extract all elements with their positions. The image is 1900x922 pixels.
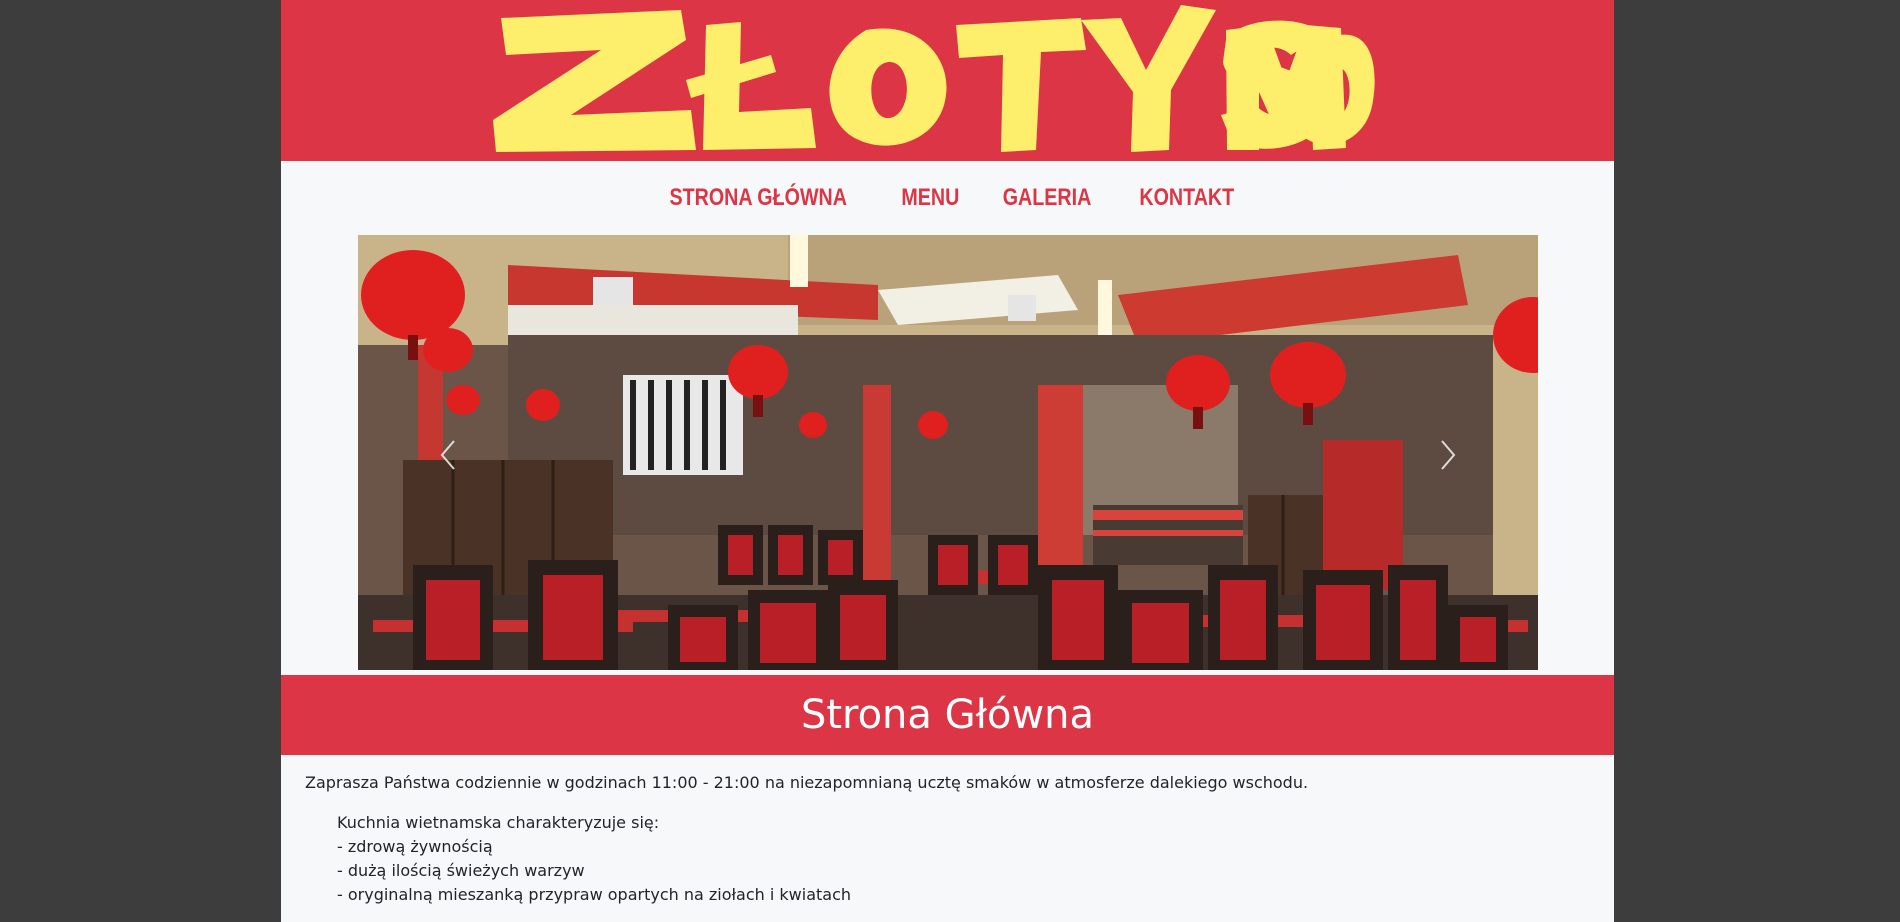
main-navigation: STRONA GŁÓWNA MENU GALERIA KONTAKT xyxy=(281,161,1614,235)
restaurant-interior-photo xyxy=(358,235,1538,670)
list-item: - zdrową żywnością xyxy=(337,837,493,856)
features-heading: Kuchnia wietnamska charakteryzuje się: xyxy=(337,813,660,832)
main-content: Zaprasza Państwa codziennie w godzinach … xyxy=(305,771,1585,907)
logo-brush-lettering-right xyxy=(1226,25,1375,150)
nav-item-gallery[interactable]: GALERIA xyxy=(1003,184,1092,212)
brand-logo[interactable] xyxy=(481,0,1411,161)
list-item: - oryginalną mieszanką przypraw opartych… xyxy=(337,885,852,904)
intro-text: Zaprasza Państwa codziennie w godzinach … xyxy=(305,773,1309,792)
image-carousel[interactable] xyxy=(358,235,1538,670)
features-list: Kuchnia wietnamska charakteryzuje się: -… xyxy=(337,811,1585,907)
nav-item-home[interactable]: STRONA GŁÓWNA xyxy=(670,184,847,212)
carousel-prev-button[interactable] xyxy=(418,425,478,485)
chevron-left-icon xyxy=(440,440,455,470)
nav-item-contact[interactable]: KONTAKT xyxy=(1140,184,1235,212)
page-container: STRONA GŁÓWNA MENU GALERIA KONTAKT Stron… xyxy=(281,0,1614,922)
page-title: Strona Główna xyxy=(800,692,1095,738)
page-title-band: Strona Główna xyxy=(281,675,1614,755)
chevron-right-icon xyxy=(1441,440,1456,470)
carousel-next-button[interactable] xyxy=(1418,425,1478,485)
list-item: - dużą ilością świeżych warzyw xyxy=(337,861,585,880)
header-banner xyxy=(281,0,1614,161)
nav-item-menu[interactable]: MENU xyxy=(901,184,959,212)
